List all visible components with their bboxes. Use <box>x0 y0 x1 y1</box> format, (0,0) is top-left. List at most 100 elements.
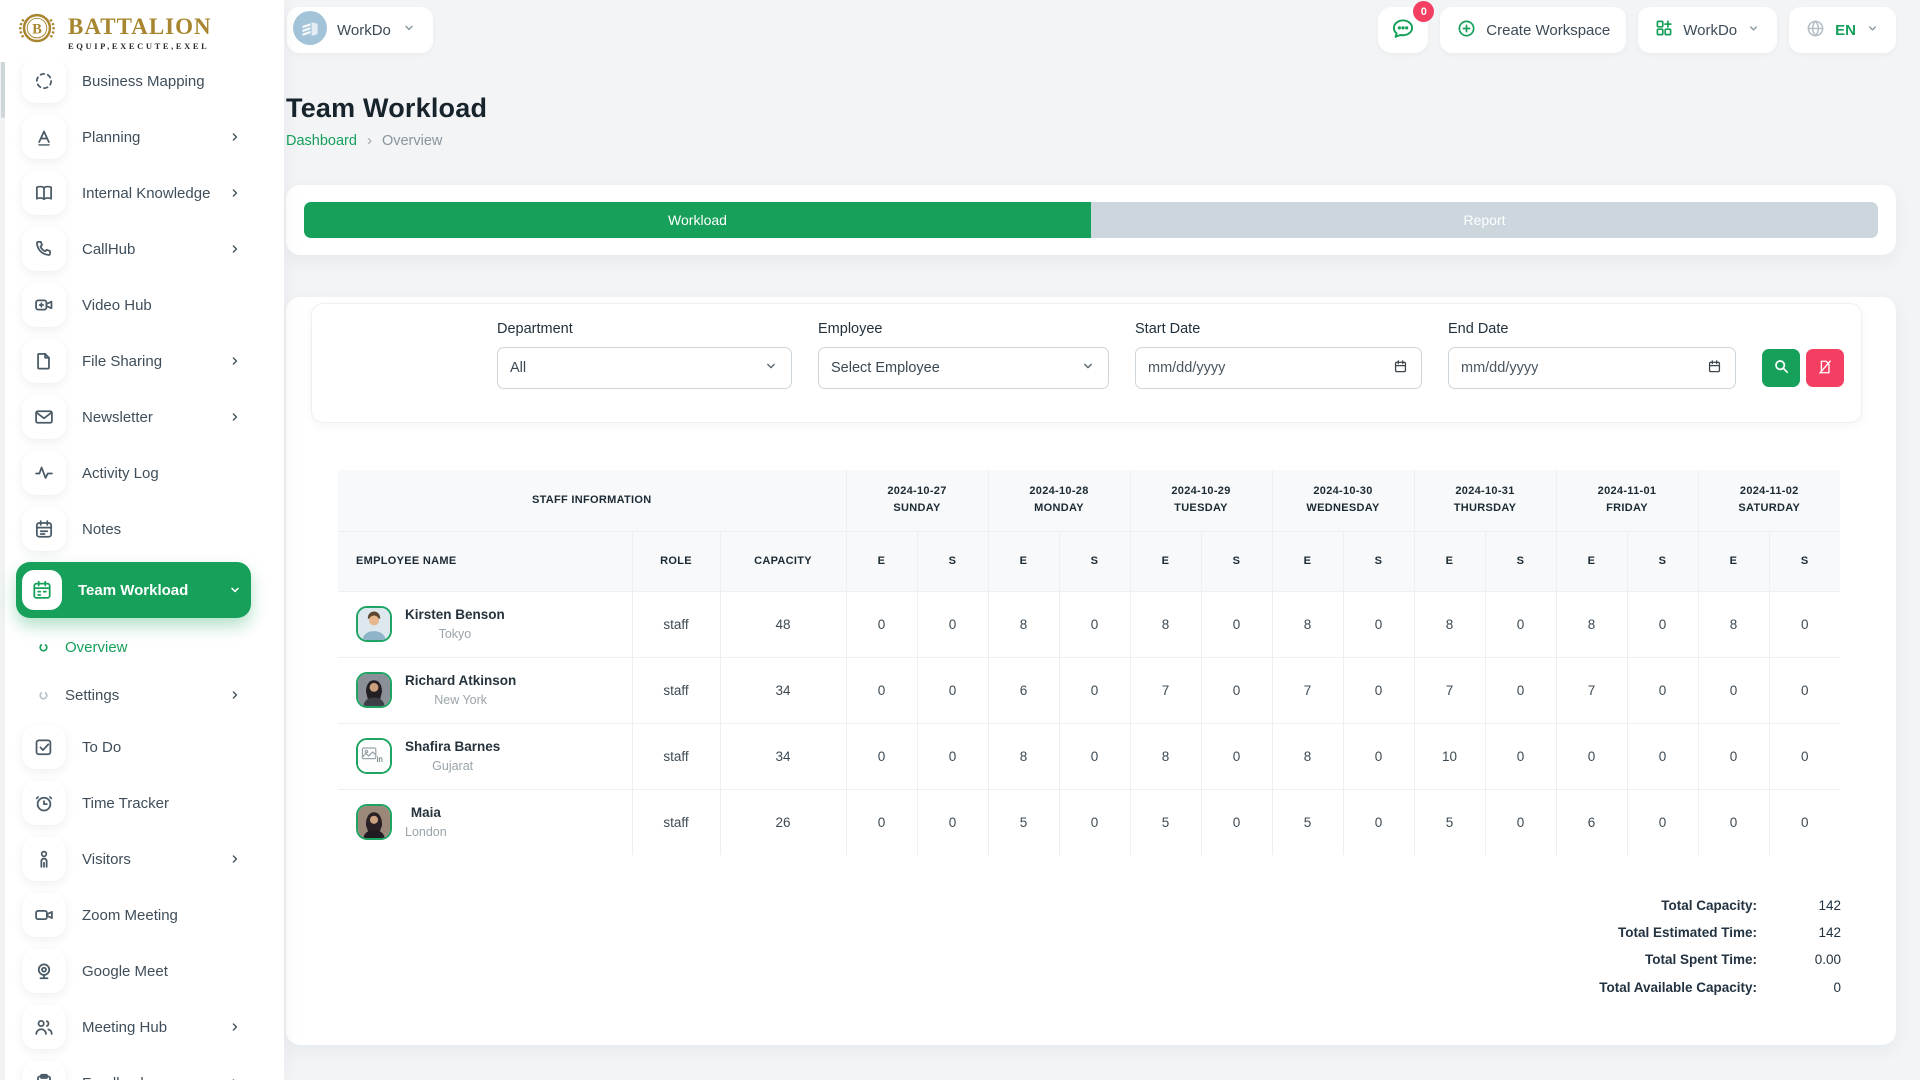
sidebar-item-settings[interactable]: Settings <box>16 671 251 719</box>
employee-label: Employee <box>818 321 1109 337</box>
spent-cell: 0 <box>917 591 988 657</box>
breadcrumb-dashboard-link[interactable]: Dashboard <box>286 133 357 149</box>
employee-select[interactable]: Select Employee <box>818 347 1109 389</box>
end-date-label: End Date <box>1448 321 1736 337</box>
clipboard-icon <box>22 1061 66 1080</box>
sidebar-item-team-workload[interactable]: Team Workload <box>16 562 251 618</box>
estimated-cell: 5 <box>988 789 1059 855</box>
department-select-value: All <box>510 360 526 376</box>
start-date-input[interactable]: mm/dd/yyyy <box>1135 347 1422 389</box>
estimated-cell: 8 <box>1272 723 1343 789</box>
sidebar-item-label: Feedback <box>82 1075 148 1080</box>
sidebar-item-label: Video Hub <box>82 297 152 314</box>
sidebar-item-label: Google Meet <box>82 963 168 980</box>
search-button[interactable] <box>1762 349 1800 387</box>
main-content: Team Workload Dashboard › Overview Workl… <box>284 60 1920 1080</box>
activity-icon <box>22 451 66 495</box>
sidebar-item-activity-log[interactable]: Activity Log <box>16 445 251 501</box>
chevron-right-icon <box>227 687 243 703</box>
employee-cell: inShafira BarnesGujarat <box>338 723 632 789</box>
end-date-input[interactable]: mm/dd/yyyy <box>1448 347 1736 389</box>
column-header-employee-name: EMPLOYEE NAME <box>338 531 632 591</box>
sidebar-item-to-do[interactable]: To Do <box>16 719 251 775</box>
column-header-spent: S <box>1201 531 1272 591</box>
chevron-right-icon <box>227 353 243 369</box>
spent-cell: 0 <box>1059 723 1130 789</box>
brand-emblem-icon: B <box>14 7 60 58</box>
spent-cell: 0 <box>1059 789 1130 855</box>
brand-name: BATTALION <box>68 15 212 38</box>
workspace-menu-button[interactable]: WorkDo <box>1638 7 1777 53</box>
brand-tagline: EQUIP,EXECUTE,EXEL <box>68 41 212 51</box>
chevron-down-icon <box>227 582 243 598</box>
column-header-estimated: E <box>1556 531 1627 591</box>
typography-icon <box>22 115 66 159</box>
department-select[interactable]: All <box>497 347 792 389</box>
capacity-cell: 34 <box>720 723 846 789</box>
spent-cell: 0 <box>1769 657 1840 723</box>
employee-cell: Kirsten BensonTokyo <box>338 591 632 657</box>
employee-cell: Richard AtkinsonNew York <box>338 657 632 723</box>
sidebar-item-newsletter[interactable]: Newsletter <box>16 389 251 445</box>
spent-cell: 0 <box>1769 591 1840 657</box>
sidebar-item-label: Time Tracker <box>82 795 169 812</box>
spent-cell: 0 <box>1769 723 1840 789</box>
page-title: Team Workload <box>286 93 1896 124</box>
view-toggle: Workload Report <box>304 202 1878 238</box>
workspace-switcher[interactable]: WorkDo <box>287 7 433 53</box>
sidebar-item-time-tracker[interactable]: Time Tracker <box>16 775 251 831</box>
sidebar-item-internal-knowledge[interactable]: Internal Knowledge <box>16 165 251 221</box>
sidebar-item-label: Meeting Hub <box>82 1019 167 1036</box>
spent-cell: 0 <box>917 657 988 723</box>
sidebar-item-zoom-meeting[interactable]: Zoom Meeting <box>16 887 251 943</box>
estimated-cell: 8 <box>1556 591 1627 657</box>
spent-cell: 0 <box>1485 723 1556 789</box>
sidebar-menu: Business MappingPlanning Internal Knowled… <box>0 56 284 1080</box>
estimated-cell: 5 <box>1272 789 1343 855</box>
language-selector[interactable]: EN <box>1789 7 1896 53</box>
create-workspace-button[interactable]: Create Workspace <box>1440 7 1626 53</box>
view-toggle-card: Workload Report <box>286 185 1896 255</box>
tab-report[interactable]: Report <box>1091 202 1878 238</box>
sidebar-item-google-meet[interactable]: Google Meet <box>16 943 251 999</box>
sidebar-item-notes[interactable]: Notes <box>16 501 251 557</box>
estimated-cell: 0 <box>1698 723 1769 789</box>
sidebar-item-label: Internal Knowledge <box>82 185 210 202</box>
spent-cell: 0 <box>1485 789 1556 855</box>
sidebar-item-video-hub[interactable]: Video Hub <box>16 277 251 333</box>
chat-notification-badge: 0 <box>1413 1 1434 22</box>
workload-table: STAFF INFORMATION2024-10-27SUNDAY2024-10… <box>338 470 1840 855</box>
phone-icon <box>22 227 66 271</box>
mail-icon <box>22 395 66 439</box>
column-header-spent: S <box>1059 531 1130 591</box>
clear-filter-button[interactable] <box>1806 349 1844 387</box>
workspace-menu-label: WorkDo <box>1683 22 1737 39</box>
total-row: Total Available Capacity:0 <box>1599 979 1841 997</box>
sidebar-item-visitors[interactable]: Visitors <box>16 831 251 887</box>
column-header-estimated: E <box>988 531 1059 591</box>
day-header: 2024-10-31THURSDAY <box>1414 470 1556 531</box>
department-label: Department <box>497 321 792 337</box>
webcam-icon <box>22 949 66 993</box>
sidebar-item-label: Notes <box>82 521 121 538</box>
sidebar-item-meeting-hub[interactable]: Meeting Hub <box>16 999 251 1055</box>
sidebar-item-planning[interactable]: Planning <box>16 109 251 165</box>
spent-cell: 0 <box>1627 789 1698 855</box>
sidebar-item-feedback[interactable]: Feedback <box>16 1055 251 1080</box>
estimated-cell: 8 <box>1272 591 1343 657</box>
total-label: Total Estimated Time: <box>1599 924 1757 942</box>
circle-icon <box>38 690 49 701</box>
sidebar-item-label: Team Workload <box>78 582 188 599</box>
chevron-down-icon <box>1865 21 1880 40</box>
tab-workload[interactable]: Workload <box>304 202 1091 238</box>
spent-cell: 0 <box>1485 657 1556 723</box>
sidebar-item-callhub[interactable]: CallHub <box>16 221 251 277</box>
chat-button[interactable]: 0 <box>1378 7 1428 53</box>
sidebar-item-file-sharing[interactable]: File Sharing <box>16 333 251 389</box>
total-value: 0 <box>1757 979 1841 997</box>
brand-logo[interactable]: B BATTALION EQUIP,EXECUTE,EXEL <box>0 0 284 62</box>
chat-icon <box>1390 16 1416 45</box>
sidebar-item-overview[interactable]: Overview <box>16 623 251 671</box>
spent-cell: 0 <box>1343 591 1414 657</box>
sidebar-item-business-mapping[interactable]: Business Mapping <box>16 56 251 109</box>
